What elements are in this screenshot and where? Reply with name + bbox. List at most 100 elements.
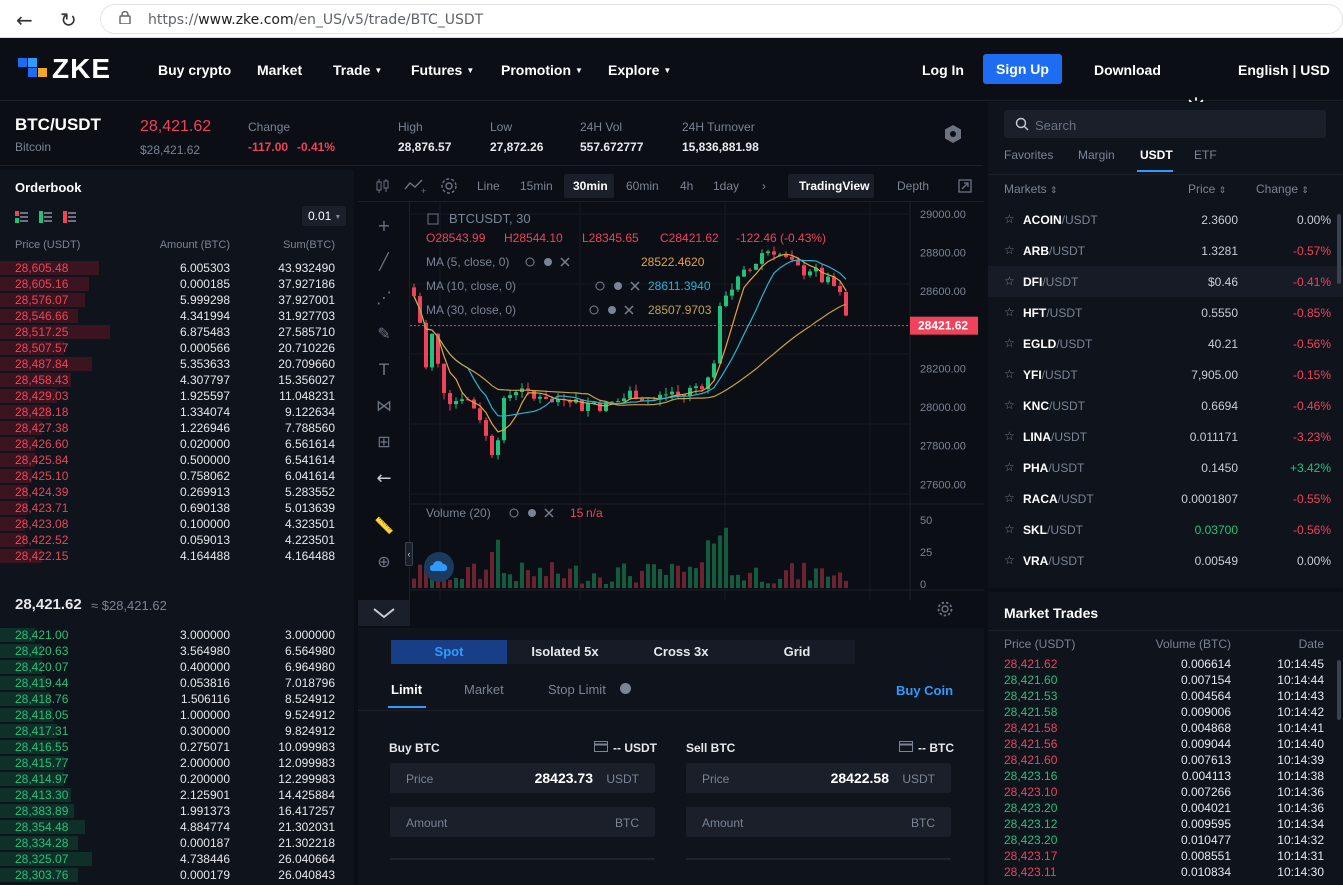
prediction-tool-icon[interactable]: ⊞ [374,432,394,452]
order-type-stop-limit[interactable]: Stop Limit [548,682,606,697]
ask-row[interactable]: 28,425.10 0.758062 6.041614 [0,468,354,484]
sell-price-input[interactable]: Price 28422.58 USDT [686,763,951,793]
reload-icon[interactable]: ↻ [60,8,77,32]
trendline-icon[interactable]: ╱ [374,252,394,272]
tab-spot[interactable]: Spot [391,640,507,664]
star-icon[interactable]: ☆ [1004,367,1015,381]
tradingview-tab[interactable]: TradingView [799,179,869,193]
bid-row[interactable]: 28,383.89 1.991373 16.417257 [0,803,354,819]
star-icon[interactable]: ☆ [1004,553,1015,567]
ask-row[interactable]: 28,428.18 1.334074 9.122634 [0,404,354,420]
bid-row[interactable]: 28,420.07 0.400000 6.964980 [0,659,354,675]
order-type-market[interactable]: Market [464,682,504,697]
buy-price-input[interactable]: Price 28423.73 USDT [390,763,655,793]
download-link[interactable]: Download [1094,62,1161,78]
market-row[interactable]: ☆ HFT/USDT 0.5550 -0.85% [988,297,1343,328]
ask-row[interactable]: 28,425.84 0.500000 6.541614 [0,452,354,468]
bid-row[interactable]: 28,354.48 4.884774 21.302031 [0,819,354,835]
buy-amount-input[interactable]: Amount BTC [390,807,655,837]
chart-collapse-button[interactable] [358,600,410,626]
star-icon[interactable]: ☆ [1004,491,1015,505]
col-price[interactable]: Price ⇕ [1188,182,1226,196]
fullscreen-icon[interactable] [958,179,972,193]
bid-row[interactable]: 28,419.44 0.053816 7.018796 [0,675,354,691]
star-icon[interactable]: ☆ [1004,305,1015,319]
nav-trade[interactable]: Trade ▼ [333,62,382,78]
address-bar[interactable]: https://www.zke.com/en_US/v5/trade/BTC_U… [100,4,1343,34]
price-chart[interactable]: 29000.00 28800.00 28600.00 28200.00 28000.00… [410,202,984,600]
tab-isolated[interactable]: Isolated 5x [507,640,623,664]
tab-grid[interactable]: Grid [739,640,855,664]
tab-cross[interactable]: Cross 3x [623,640,739,664]
nav-promotion[interactable]: Promotion ▼ [501,62,583,78]
star-icon[interactable]: ☆ [1004,429,1015,443]
ask-row[interactable]: 28,422.52 0.059013 4.223501 [0,532,354,548]
ask-row[interactable]: 28,423.71 0.690138 5.013639 [0,500,354,516]
ask-row[interactable]: 28,423.08 0.100000 4.323501 [0,516,354,532]
star-icon[interactable]: ☆ [1004,398,1015,412]
back-tool-icon[interactable]: ← [374,468,394,489]
bid-row[interactable]: 28,303.76 0.000179 26.040843 [0,867,354,883]
star-icon[interactable]: ☆ [1004,212,1015,226]
bid-row[interactable]: 28,417.31 0.300000 9.824912 [0,723,354,739]
zoom-icon[interactable]: ⊕ [374,552,394,572]
market-row[interactable]: ☆ EGLD/USDT 40.21 -0.56% [988,328,1343,359]
market-row[interactable]: ☆ VRA/USDT 0.00549 0.00% [988,545,1343,576]
ask-row[interactable]: 28,517.25 6.875483 27.585710 [0,324,354,340]
bid-row[interactable]: 28,420.63 3.564980 6.564980 [0,643,354,659]
ask-row[interactable]: 28,458.43 4.307797 15.356027 [0,372,354,388]
market-row[interactable]: ☆ PHA/USDT 0.1450 +3.42% [988,452,1343,483]
interval-line[interactable]: Line [477,179,500,193]
pattern-tool-icon[interactable]: ⋈ [374,396,394,416]
chart-gear-icon[interactable] [936,600,954,618]
more-intervals-icon[interactable]: › [762,179,766,193]
star-icon[interactable]: ☆ [1004,460,1015,474]
tab-margin[interactable]: Margin [1078,148,1115,162]
bid-row[interactable]: 28,334.28 0.000187 21.302218 [0,835,354,851]
col-markets[interactable]: Markets ⇕ [1004,182,1058,196]
buy-coin-link[interactable]: Buy Coin [896,683,953,698]
market-row[interactable]: ☆ ACOIN/USDT 2.3600 0.00% [988,204,1343,235]
candle-type-icon[interactable] [374,178,390,194]
ask-row[interactable]: 28,605.16 0.000185 37.927186 [0,276,354,292]
chart-settings-icon[interactable] [440,177,458,195]
ask-row[interactable]: 28,507.57 0.000566 20.710226 [0,340,354,356]
market-row[interactable]: ☆ SKL/USDT 0.03700 -0.56% [988,514,1343,545]
bid-row[interactable]: 28,413.30 2.125901 14.425884 [0,787,354,803]
crosshair-icon[interactable]: + [374,216,394,236]
star-icon[interactable]: ☆ [1004,274,1015,288]
ruler-icon[interactable]: 📏 [374,516,394,536]
bid-row[interactable]: 28,418.05 1.000000 9.524912 [0,707,354,723]
tab-etf[interactable]: ETF [1194,148,1217,162]
trades-scrollbar[interactable] [1337,660,1341,720]
bid-row[interactable]: 28,415.77 2.000000 12.099983 [0,755,354,771]
text-tool-icon[interactable]: T [374,360,394,380]
market-row[interactable]: ☆ RACA/USDT 0.0001807 -0.55% [988,483,1343,514]
market-row[interactable]: ☆ YFI/USDT 7,905.00 -0.15% [988,359,1343,390]
login-link[interactable]: Log In [922,62,964,78]
precision-select[interactable]: 0.01 ▼ [302,206,346,226]
tab-usdt[interactable]: USDT [1140,148,1173,162]
ask-row[interactable]: 28,487.84 5.353633 20.709660 [0,356,354,372]
brush-icon[interactable]: ✎ [374,324,394,344]
signup-button[interactable]: Sign Up [983,54,1062,84]
star-icon[interactable]: ☆ [1004,336,1015,350]
orderbook-view-icons[interactable] [15,210,79,224]
zke-logo[interactable]: ZKE [18,53,111,84]
order-type-limit[interactable]: Limit [391,682,422,697]
ask-row[interactable]: 28,426.60 0.020000 6.561614 [0,436,354,452]
market-search-input[interactable]: Search [1004,110,1326,138]
sell-amount-input[interactable]: Amount BTC [686,807,951,837]
pair-name[interactable]: BTC/USDT [15,115,101,135]
market-row[interactable]: ☆ ARB/USDT 1.3281 -0.57% [988,235,1343,266]
bid-row[interactable]: 28,414.97 0.200000 12.299983 [0,771,354,787]
market-row[interactable]: ☆ DFI/USDT $0.46 -0.41% [988,266,1343,297]
sell-slider[interactable] [686,858,951,860]
interval-1day[interactable]: 1day [713,179,739,193]
col-change[interactable]: Change ⇕ [1256,182,1309,196]
bid-row[interactable]: 28,416.55 0.275071 10.099983 [0,739,354,755]
bid-row[interactable]: 28,421.00 3.000000 3.000000 [0,627,354,643]
back-arrow-icon[interactable]: ← [16,8,33,32]
tradingview-logo[interactable] [424,552,454,582]
market-row[interactable]: ☆ KNC/USDT 0.6694 -0.46% [988,390,1343,421]
